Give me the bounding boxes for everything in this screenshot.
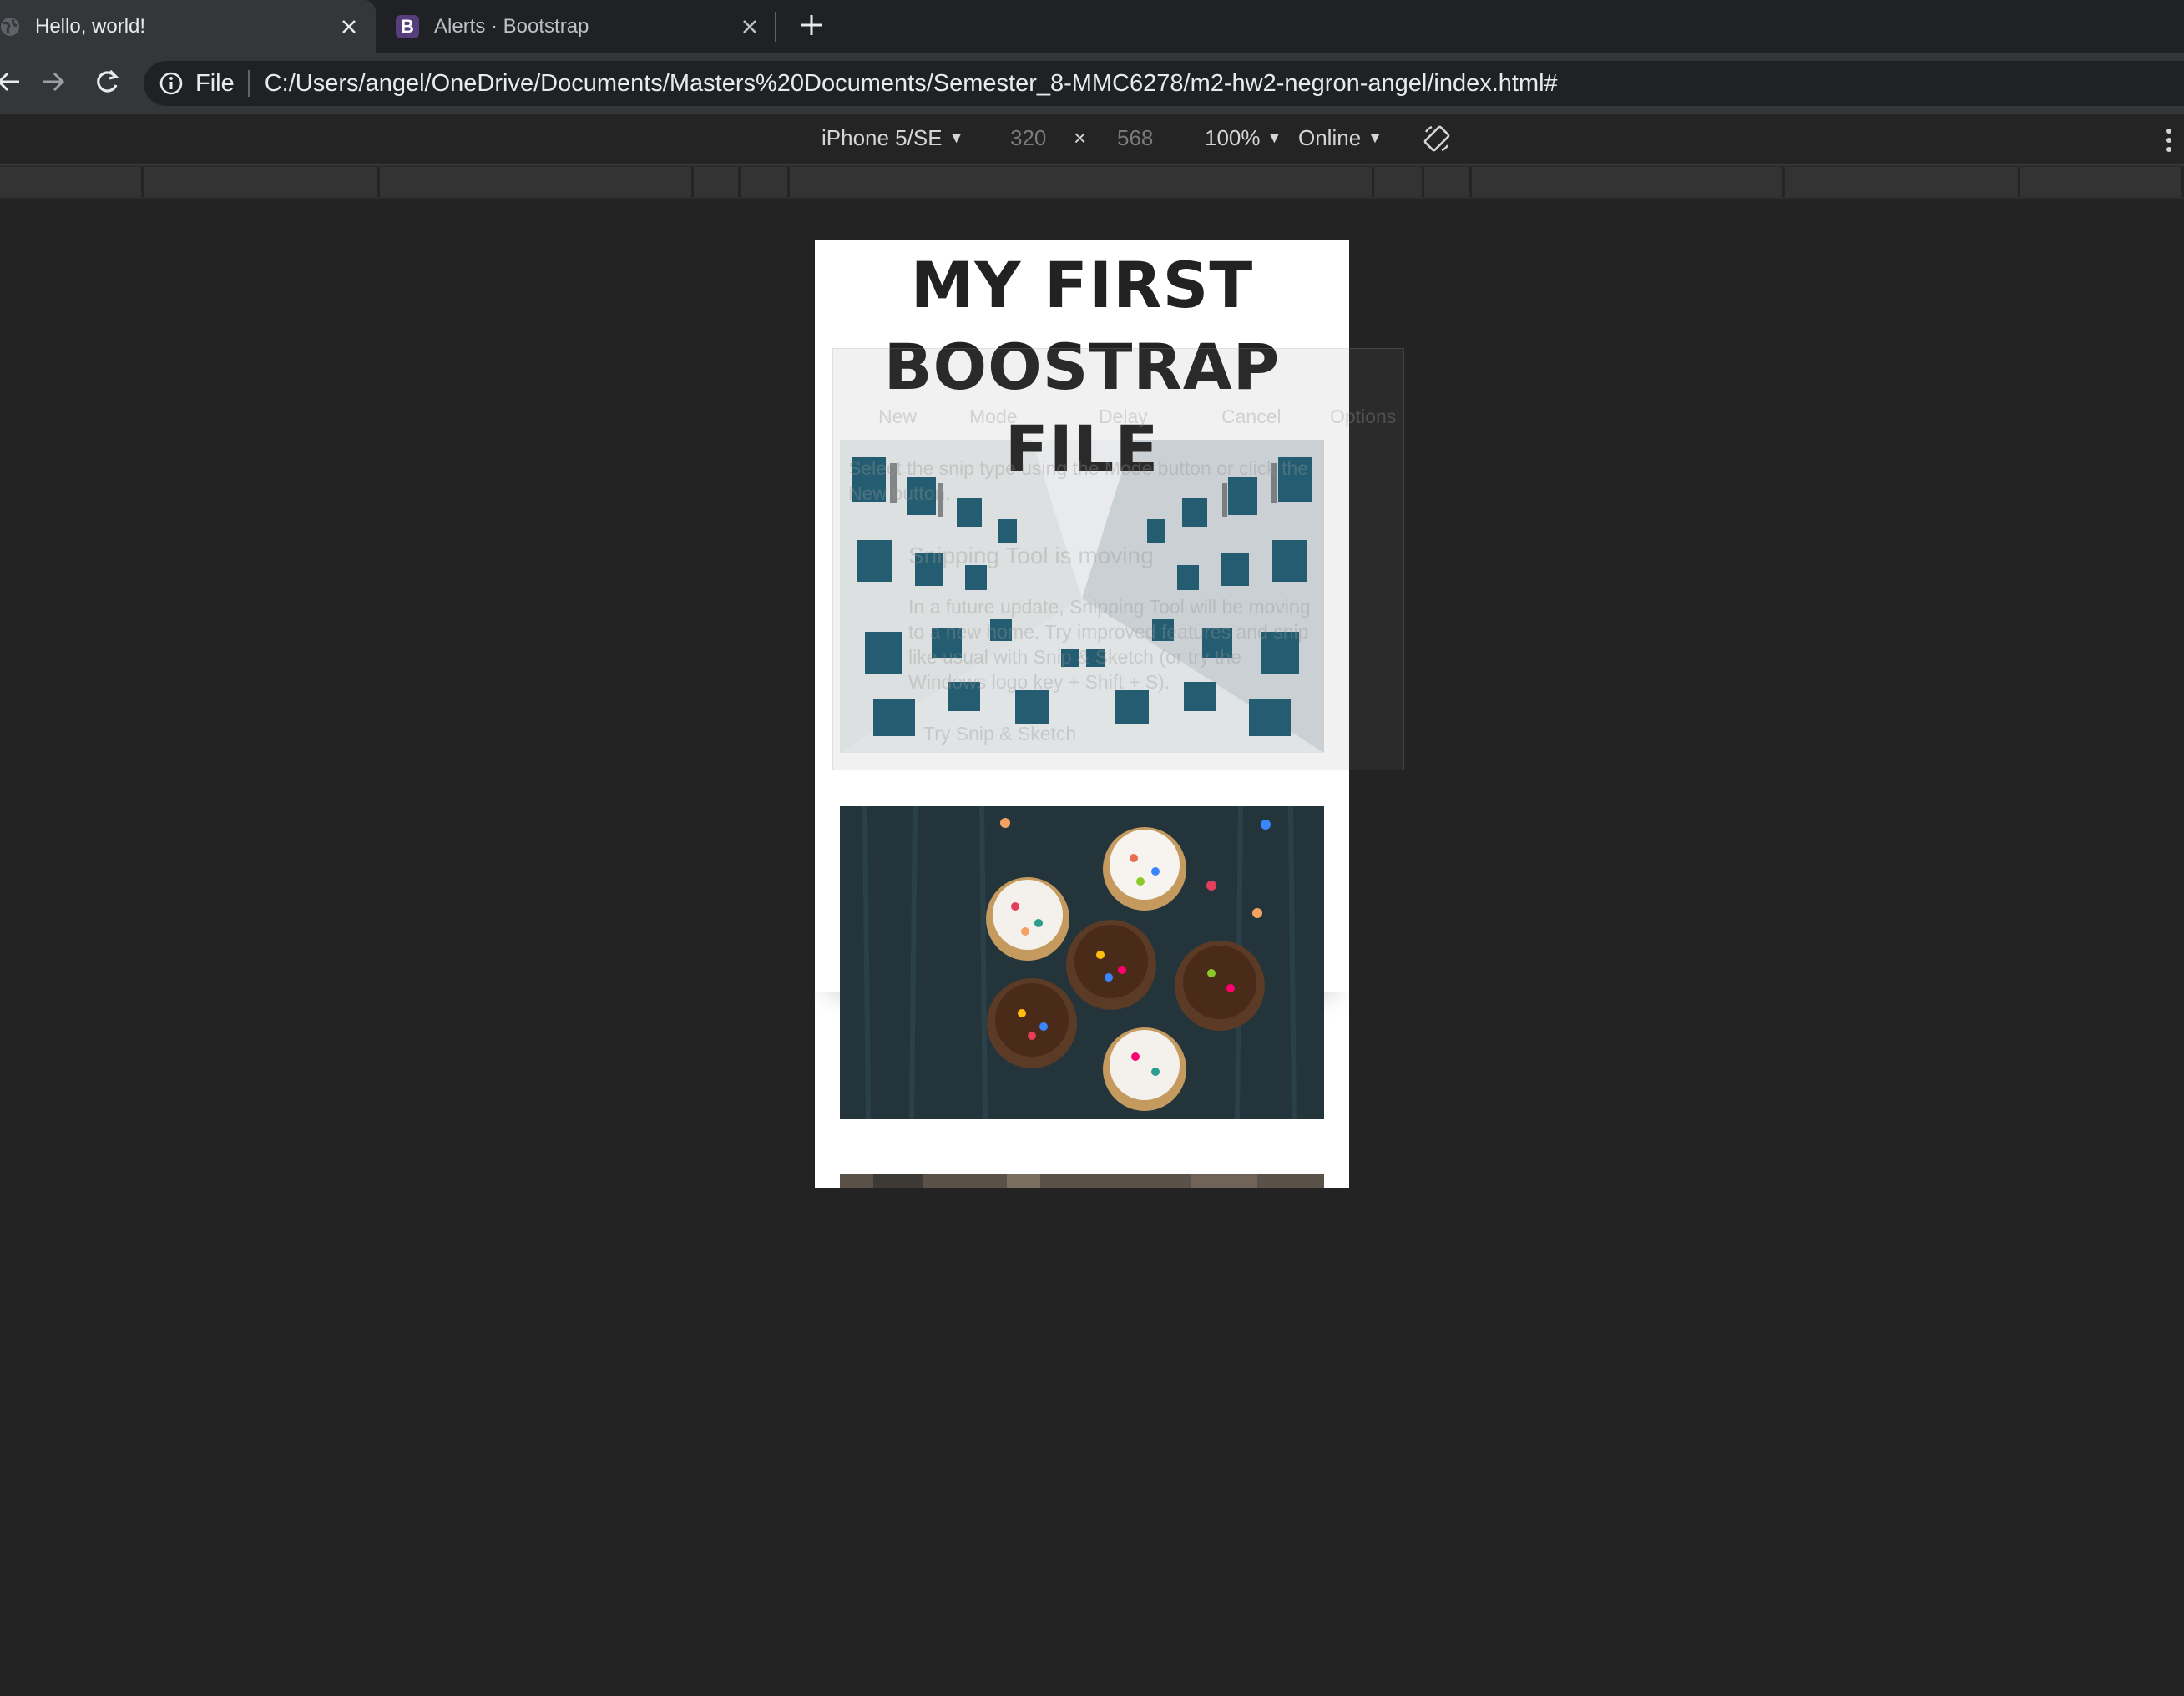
- emulated-viewport: MY FIRST BOOSTRAP FILE: [815, 240, 1349, 1188]
- device-select[interactable]: iPhone 5/SE ▼: [822, 125, 963, 151]
- arrow-left-icon: [0, 69, 21, 98]
- caret-down-icon: ▼: [1368, 129, 1383, 146]
- media-query-ruler: [0, 165, 2184, 199]
- ruler-segment[interactable]: [741, 167, 790, 197]
- forward-button[interactable]: [35, 65, 72, 102]
- reload-icon: [94, 68, 120, 99]
- tab-title: Hello, world!: [35, 15, 146, 38]
- address-bar[interactable]: File C:/Users/angel/OneDrive/Documents/M…: [144, 61, 2184, 106]
- zoom-label: 100%: [1205, 125, 1261, 150]
- cupcakes-photo: [840, 806, 1324, 1119]
- browser-toolbar: File C:/Users/angel/OneDrive/Documents/M…: [0, 53, 2184, 114]
- rotate-icon: [1423, 125, 1451, 158]
- new-tab-button[interactable]: [793, 8, 830, 45]
- ruler-segment[interactable]: [0, 167, 144, 197]
- tab-separator: [775, 12, 776, 42]
- ruler-segment[interactable]: [2020, 167, 2184, 197]
- zoom-select[interactable]: 100% ▼: [1205, 125, 1282, 151]
- ruler-segment[interactable]: [1785, 167, 2020, 197]
- ruler-segment[interactable]: [1472, 167, 1785, 197]
- url-text[interactable]: C:/Users/angel/OneDrive/Documents/Master…: [265, 70, 1558, 98]
- reload-button[interactable]: [88, 65, 125, 102]
- plus-icon: [800, 13, 823, 41]
- arrow-right-icon: [41, 69, 66, 98]
- tab-strip: Hello, world! B Alerts · Bootstrap: [0, 0, 2184, 53]
- more-options-icon[interactable]: [2164, 127, 2174, 154]
- tab-title: Alerts · Bootstrap: [434, 15, 589, 38]
- bootstrap-icon: B: [396, 15, 419, 38]
- caret-down-icon: ▼: [948, 129, 964, 146]
- page-title: MY FIRST BOOSTRAP FILE: [883, 248, 1281, 486]
- device-toolbar: iPhone 5/SE ▼ 320 × 568 100% ▼ Online ▼: [0, 114, 2184, 165]
- width-input[interactable]: 320: [1010, 125, 1046, 151]
- dimension-times: ×: [1074, 125, 1087, 150]
- height-input[interactable]: 568: [1117, 125, 1153, 151]
- network-select[interactable]: Online ▼: [1298, 125, 1383, 151]
- network-label: Online: [1298, 125, 1362, 150]
- info-icon[interactable]: [159, 71, 184, 96]
- ruler-segment[interactable]: [144, 167, 380, 197]
- ruler-segment[interactable]: [380, 167, 694, 197]
- back-button[interactable]: [0, 65, 27, 102]
- close-icon[interactable]: [735, 12, 765, 42]
- ruler-segment[interactable]: [790, 167, 1374, 197]
- close-icon[interactable]: [334, 12, 364, 42]
- tab-hello-world[interactable]: Hello, world!: [0, 0, 376, 53]
- caret-down-icon: ▼: [1266, 129, 1282, 146]
- globe-icon: [0, 15, 22, 38]
- third-photo: [840, 1174, 1324, 1188]
- rotate-button[interactable]: [1423, 124, 1451, 159]
- device-label: iPhone 5/SE: [822, 125, 943, 150]
- tab-alerts-bootstrap[interactable]: B Alerts · Bootstrap: [384, 0, 776, 53]
- ruler-segment[interactable]: [1374, 167, 1424, 197]
- scheme-label: File: [195, 69, 235, 97]
- omnibox-separator: [247, 70, 250, 97]
- ruler-segment[interactable]: [1424, 167, 1472, 197]
- ruler-segment[interactable]: [694, 167, 741, 197]
